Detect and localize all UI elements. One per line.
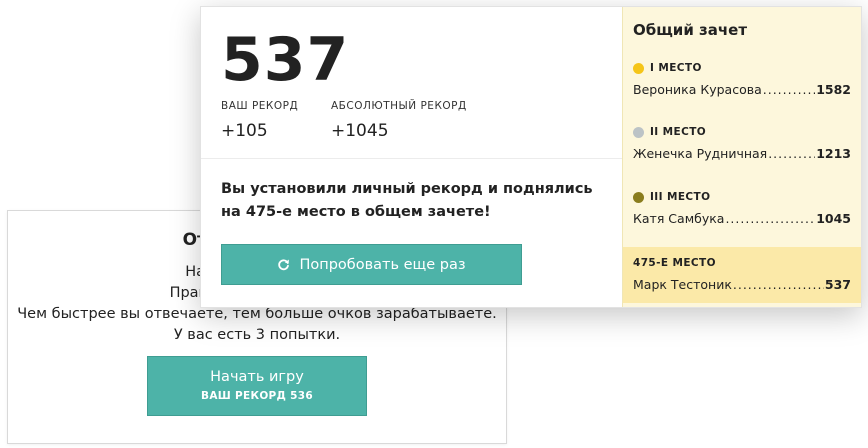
divider: [201, 158, 622, 159]
player-points: 1213: [816, 146, 851, 161]
result-message-line: на 475-е место в общем зачете!: [221, 204, 491, 220]
result-pane: 537 ВАШ РЕКОРД +105 АБСОЛЮТНЫЙ РЕКОРД +1…: [201, 7, 622, 307]
start-game-button[interactable]: Начать игру ВАШ РЕКОРД 536: [147, 356, 367, 416]
place-label: 475-Е МЕСТО: [633, 257, 716, 269]
bronze-medal-icon: [633, 191, 644, 203]
absolute-record-value: +1045: [331, 121, 389, 141]
absolute-record-caption: АБСОЛЮТНЫЙ РЕКОРД: [331, 100, 467, 112]
player-name: Марк Тестоник: [633, 277, 732, 292]
result-message: Вы установили личный рекорд и поднялись …: [221, 178, 611, 224]
result-card: 537 ВАШ РЕКОРД +105 АБСОЛЮТНЫЙ РЕКОРД +1…: [200, 6, 862, 308]
start-game-label: Начать игру: [210, 369, 304, 385]
player-name: Вероника Курасова: [633, 82, 762, 97]
score-value: 537: [221, 25, 350, 95]
start-game-record: ВАШ РЕКОРД 536: [201, 390, 313, 402]
player-name: Катя Самбука: [633, 211, 725, 226]
personal-record-caption: ВАШ РЕКОРД: [221, 100, 299, 112]
retry-button[interactable]: Попробовать еще раз: [221, 244, 522, 285]
player-points: 1045: [816, 211, 851, 226]
result-message-line: Вы установили личный рекорд и поднялись: [221, 181, 593, 197]
intro-line: У вас есть 3 попытки.: [173, 327, 341, 343]
leaderboard-entry: I МЕСТО Вероника Курасова ..............…: [633, 62, 851, 97]
absolute-record-stat: АБСОЛЮТНЫЙ РЕКОРД +1045: [331, 100, 467, 141]
player-name: Женечка Рудничная: [633, 146, 768, 161]
place-label: III МЕСТО: [650, 191, 711, 203]
player-points: 537: [824, 277, 851, 292]
personal-record-stat: ВАШ РЕКОРД +105: [221, 100, 298, 141]
refresh-icon: [277, 258, 290, 271]
silver-medal-icon: [633, 126, 644, 138]
player-points: 1582: [816, 82, 851, 97]
leaderboard-current-player: 475-Е МЕСТО Марк Тестоник ..............…: [623, 247, 861, 303]
leaderboard: Общий зачет I МЕСТО Вероника Курасова ..…: [622, 7, 861, 307]
leaderboard-entry: II МЕСТО Женечка Рудничная .............…: [633, 126, 851, 161]
leaderboard-entry: III МЕСТО Катя Самбука .................…: [633, 191, 851, 226]
place-label: I МЕСТО: [650, 62, 702, 74]
gold-medal-icon: [633, 62, 644, 74]
personal-record-value: +105: [221, 121, 268, 141]
retry-label: Попробовать еще раз: [299, 256, 466, 273]
leaderboard-title: Общий зачет: [633, 21, 748, 39]
place-label: II МЕСТО: [650, 126, 707, 138]
